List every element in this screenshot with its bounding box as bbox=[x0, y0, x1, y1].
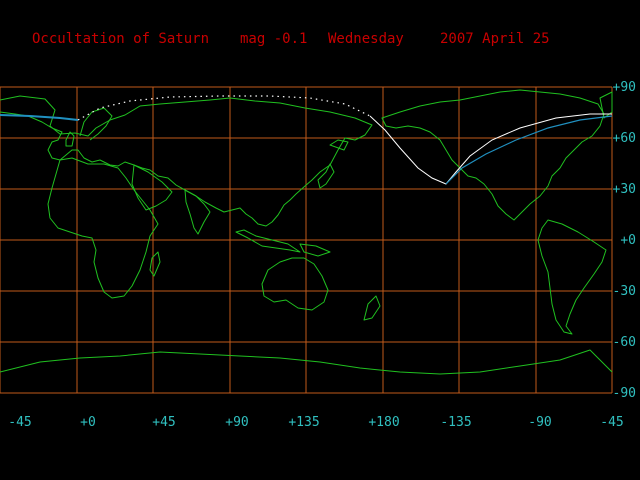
lon-label-p180: +180 bbox=[368, 415, 400, 430]
night-track-left bbox=[0, 114, 79, 121]
lat-label-p90: +90 bbox=[612, 80, 636, 95]
coastline-indonesia bbox=[235, 229, 301, 253]
coastline-eurasia bbox=[0, 95, 373, 227]
night-track-right bbox=[445, 115, 613, 185]
lon-label-m90: -90 bbox=[528, 415, 552, 430]
coastline-australia bbox=[261, 257, 329, 311]
coastline-north-america bbox=[381, 89, 605, 221]
lat-label-p30: +30 bbox=[612, 182, 636, 197]
lat-label-m90: -90 bbox=[612, 386, 636, 401]
lat-label-m60: -60 bbox=[612, 335, 636, 350]
lon-label-p135: +135 bbox=[288, 415, 320, 430]
lon-label-m135: -135 bbox=[440, 415, 472, 430]
coastline-new-guinea bbox=[299, 243, 331, 257]
lat-label-m30: -30 bbox=[612, 284, 636, 299]
lat-label-p60: +60 bbox=[612, 131, 636, 146]
coastline-madagascar bbox=[149, 251, 161, 277]
world-map bbox=[0, 86, 613, 394]
lon-label-m45-right: -45 bbox=[600, 415, 624, 430]
coastline-south-america bbox=[537, 219, 607, 335]
coastline-alaska-islands bbox=[329, 139, 349, 151]
lat-label-0: +0 bbox=[620, 233, 636, 248]
lon-label-p90: +90 bbox=[225, 415, 249, 430]
lon-label-p45: +45 bbox=[152, 415, 176, 430]
lon-label-m45-left: -45 bbox=[8, 415, 32, 430]
coastline-britain bbox=[65, 131, 75, 147]
lon-label-0: +0 bbox=[80, 415, 96, 430]
coastline-africa bbox=[47, 157, 159, 299]
coastline-new-zealand bbox=[363, 295, 381, 321]
